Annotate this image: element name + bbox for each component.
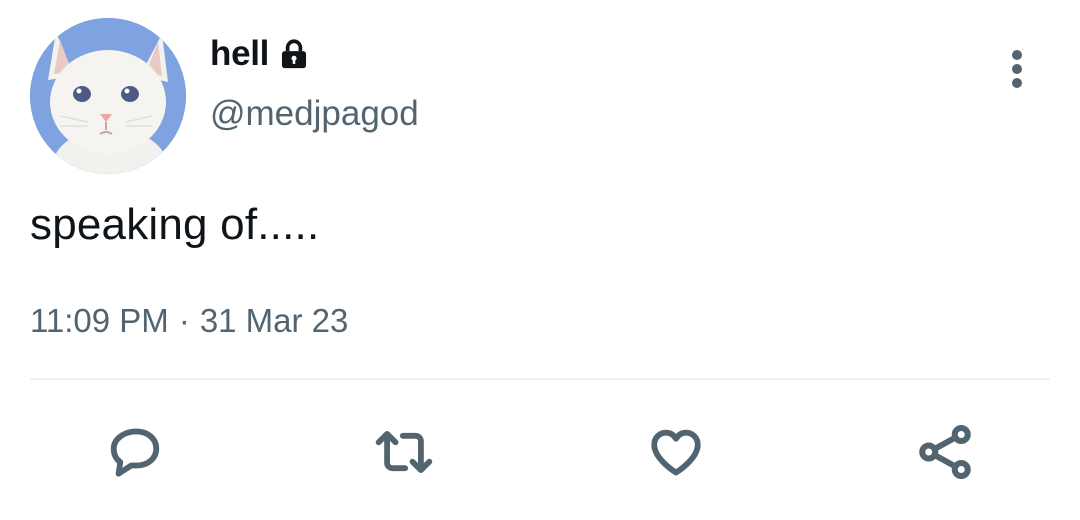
reply-button[interactable] [103, 420, 167, 484]
avatar[interactable] [30, 18, 186, 174]
tweet-date: 31 Mar 23 [199, 302, 349, 339]
heart-icon [651, 429, 701, 476]
like-button[interactable] [644, 420, 708, 484]
avatar-cat-image [30, 18, 186, 174]
share-icon [919, 425, 971, 479]
lock-icon [277, 37, 311, 71]
more-options-button[interactable] [996, 46, 1038, 92]
tweet-time: 11:09 PM [30, 302, 169, 339]
tweet-text: speaking of..... [30, 200, 320, 249]
display-name-row: hell [210, 32, 311, 76]
divider [30, 378, 1050, 380]
timestamp-separator: · [178, 302, 190, 339]
tweet: hell @medjpagod speaking of..... 11:09 P… [0, 0, 1080, 520]
reply-icon [110, 428, 160, 477]
retweet-icon [375, 430, 433, 474]
display-name[interactable]: hell [210, 34, 269, 74]
retweet-button[interactable] [372, 420, 436, 484]
more-vertical-icon [1012, 50, 1022, 88]
share-button[interactable] [913, 420, 977, 484]
tweet-timestamp[interactable]: 11:09 PM · 31 Mar 23 [30, 302, 348, 340]
user-handle[interactable]: @medjpagod [210, 94, 419, 134]
